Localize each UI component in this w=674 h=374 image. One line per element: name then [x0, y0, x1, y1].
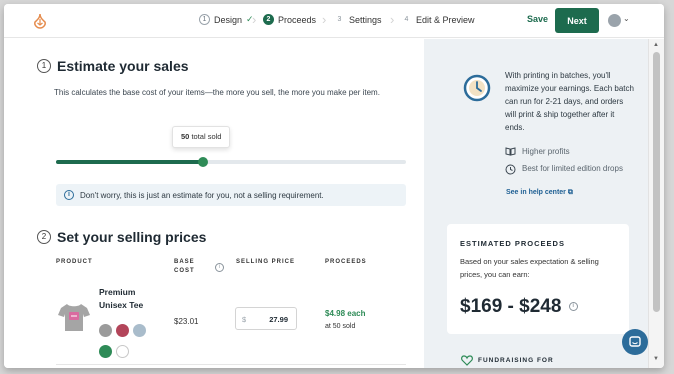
selling-price-input[interactable]: $ 27.99 — [235, 307, 297, 330]
fundraising-section: FUNDRAISING FOR — [461, 355, 554, 366]
step-edit-preview[interactable]: 4 Edit & Preview — [401, 14, 475, 25]
currency-symbol: $ — [242, 315, 247, 324]
divider — [56, 364, 406, 365]
sales-slider[interactable] — [56, 157, 406, 167]
step-label: Design — [214, 14, 243, 25]
chevron-right-icon: › — [322, 12, 327, 27]
slider-fill — [56, 160, 203, 164]
price-value[interactable]: 27.99 — [269, 315, 288, 324]
next-button[interactable]: Next — [555, 8, 599, 33]
column-header-proceeds: PROCEEDS — [325, 259, 367, 265]
color-swatch[interactable] — [116, 345, 129, 358]
tshirt-icon — [58, 304, 90, 331]
perk-label: Best for limited edition drops — [522, 164, 623, 173]
proceeds-subtext: at 50 sold — [325, 323, 356, 330]
product-name: Premium Unisex Tee — [99, 287, 144, 310]
step-label: Edit & Preview — [416, 14, 475, 25]
step-design[interactable]: 1 Design ✓ — [199, 14, 254, 25]
perk-label: Higher profits — [522, 147, 570, 156]
step-settings[interactable]: 3 Settings — [334, 14, 382, 25]
batch-info-text: With printing in batches, you'll maximiz… — [505, 71, 634, 132]
color-swatch[interactable] — [99, 324, 112, 337]
proceeds-range-value: $169 - $248 — [460, 296, 562, 317]
color-swatch[interactable] — [133, 324, 146, 337]
app-window: 1 Design ✓ › 2 Proceeds › 3 Settings › 4… — [4, 4, 664, 368]
proceeds-range: $169 - $248 i — [460, 296, 578, 318]
scroll-thumb[interactable] — [653, 52, 660, 312]
step-number: 4 — [404, 16, 409, 23]
section-description: This calculates the base cost of your it… — [54, 88, 380, 97]
step-number: 1 — [199, 14, 210, 25]
top-bar: 1 Design ✓ › 2 Proceeds › 3 Settings › 4… — [4, 4, 664, 38]
sidebar: With printing in batches, you'll maximiz… — [424, 39, 648, 368]
chat-icon — [629, 336, 641, 347]
chevron-right-icon: › — [390, 12, 395, 27]
step-number: 2 — [263, 14, 274, 25]
slider-handle[interactable] — [198, 157, 208, 167]
tooltip-count: 50 — [181, 132, 190, 141]
info-icon: i — [64, 190, 74, 200]
step-proceeds[interactable]: 2 Proceeds — [263, 14, 316, 25]
color-swatch[interactable] — [99, 345, 112, 358]
section-title: Estimate your sales — [57, 58, 189, 74]
card-description: Based on your sales expectation & sellin… — [460, 257, 599, 279]
heart-icon — [461, 355, 473, 366]
scroll-down-arrow-icon[interactable]: ▼ — [653, 356, 659, 362]
step-label: Proceeds — [278, 14, 317, 25]
perk-higher-profits: Higher profits — [505, 147, 570, 156]
clock-icon — [505, 164, 516, 175]
chat-button[interactable] — [622, 329, 648, 355]
estimate-notice: i Don't worry, this is just an estimate … — [56, 184, 406, 206]
notice-text: Don't worry, this is just an estimate fo… — [80, 190, 324, 200]
slider-tooltip: 50 total sold — [172, 126, 231, 148]
step-number: 3 — [337, 16, 342, 23]
section-number: 2 — [37, 230, 51, 244]
tooltip-suffix: total sold — [191, 132, 222, 141]
step-label: Settings — [349, 14, 382, 25]
avatar[interactable] — [608, 14, 621, 27]
color-swatch[interactable] — [116, 324, 129, 337]
logo-icon[interactable] — [32, 12, 48, 29]
chevron-down-icon[interactable]: ⌄ — [623, 14, 630, 23]
column-header-product: PRODUCT — [56, 259, 93, 265]
base-cost-value: $23.01 — [174, 317, 199, 326]
chevron-right-icon: › — [252, 12, 257, 27]
section-estimate-header: 1 Estimate your sales — [37, 58, 189, 74]
main-content: 1 Estimate your sales This calculates th… — [4, 39, 424, 368]
proceeds-value: $4.98 each — [325, 309, 366, 318]
column-header-base-cost: BASE COST — [174, 259, 195, 274]
scroll-up-arrow-icon[interactable]: ▲ — [653, 42, 659, 48]
save-button[interactable]: Save — [527, 14, 548, 24]
info-icon[interactable]: i — [568, 302, 578, 312]
scrollbar[interactable]: ▲ ▼ — [648, 39, 664, 368]
clock-icon — [463, 74, 491, 102]
section-pricing-header: 2 Set your selling prices — [37, 229, 206, 245]
perk-limited-edition: Best for limited edition drops — [505, 164, 625, 175]
info-icon[interactable]: i — [215, 263, 224, 272]
help-center-link[interactable]: See in help center ⧉ — [506, 189, 573, 197]
section-title: Set your selling prices — [57, 229, 207, 245]
estimated-proceeds-card: ESTIMATED PROCEEDS Based on your sales e… — [447, 224, 629, 334]
fundraising-label: FUNDRAISING FOR — [478, 357, 554, 364]
external-link-icon: ⧉ — [567, 189, 573, 196]
column-header-selling-price: SELLING PRICE — [236, 259, 296, 265]
book-icon — [505, 147, 516, 156]
card-title: ESTIMATED PROCEEDS — [460, 239, 565, 248]
section-number: 1 — [37, 59, 51, 73]
help-link-label: See in help center — [506, 189, 566, 196]
